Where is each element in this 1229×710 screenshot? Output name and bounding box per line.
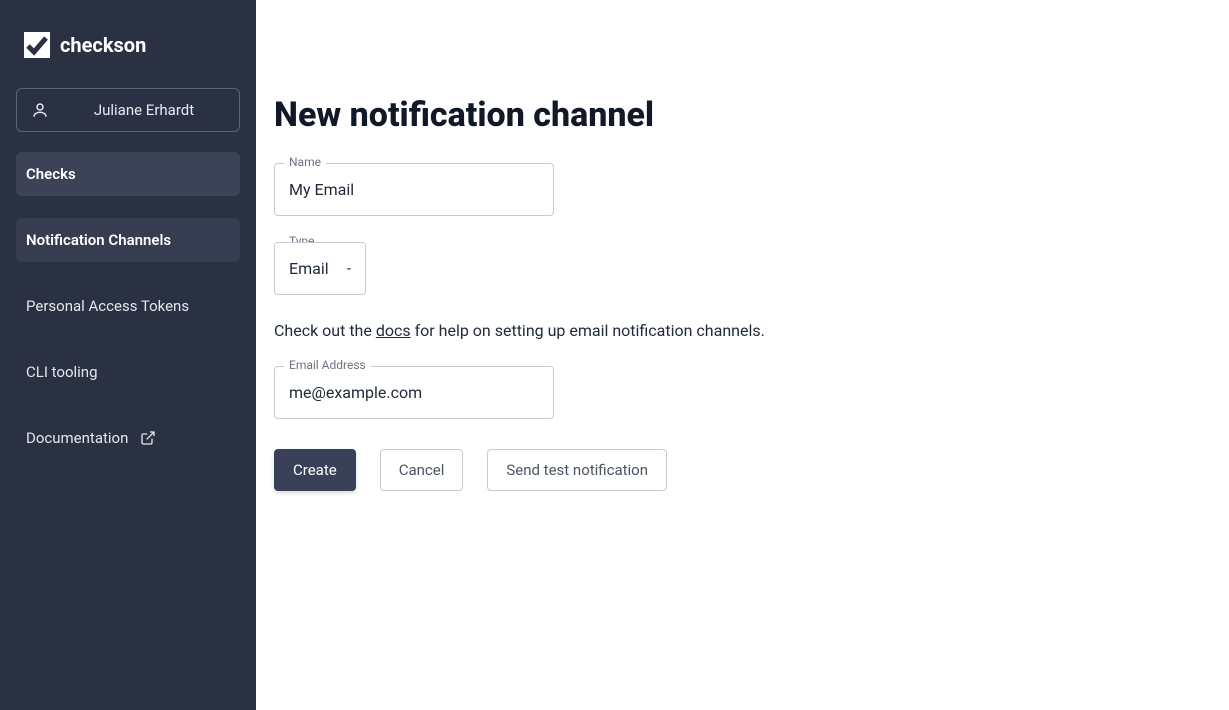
user-name: Juliane Erhardt [63,101,225,119]
sidebar-item-cli-tooling[interactable]: CLI tooling [16,350,240,394]
type-value: Email [289,259,329,278]
email-input[interactable] [274,366,554,419]
type-select[interactable]: Email [274,242,366,295]
external-link-icon [140,430,156,446]
brand-logo[interactable]: checkson [16,24,240,66]
create-button[interactable]: Create [274,449,356,491]
type-field: Type Email [274,242,366,295]
user-menu[interactable]: Juliane Erhardt [16,88,240,132]
main-content: New notification channel Name Type Email… [256,0,1229,710]
user-icon [31,101,49,119]
sidebar-item-notification-channels[interactable]: Notification Channels [16,218,240,262]
help-pre: Check out the [274,321,376,340]
sidebar-item-checks[interactable]: Checks [16,152,240,196]
name-field: Name [274,163,554,216]
chevron-down-icon [343,263,355,275]
name-label: Name [284,155,326,169]
sidebar: checkson Juliane Erhardt Checks Notifica… [0,0,256,710]
help-post: for help on setting up email notificatio… [411,321,765,340]
sidebar-item-label: CLI tooling [26,363,98,381]
email-label: Email Address [284,358,371,372]
sidebar-item-documentation[interactable]: Documentation [16,416,240,460]
help-text: Check out the docs for help on setting u… [274,321,1211,340]
email-field: Email Address [274,366,554,419]
logo-icon [24,32,50,58]
sidebar-item-label: Checks [26,165,76,183]
send-test-button[interactable]: Send test notification [487,449,667,491]
sidebar-item-label: Notification Channels [26,231,171,249]
button-row: Create Cancel Send test notification [274,449,1211,491]
sidebar-item-label: Personal Access Tokens [26,297,189,315]
brand-name: checkson [60,33,146,57]
sidebar-item-label: Documentation [26,429,128,447]
docs-link[interactable]: docs [376,321,411,340]
cancel-button[interactable]: Cancel [380,449,464,491]
page-title: New notification channel [274,95,1211,135]
name-input[interactable] [274,163,554,216]
sidebar-item-personal-access-tokens[interactable]: Personal Access Tokens [16,284,240,328]
